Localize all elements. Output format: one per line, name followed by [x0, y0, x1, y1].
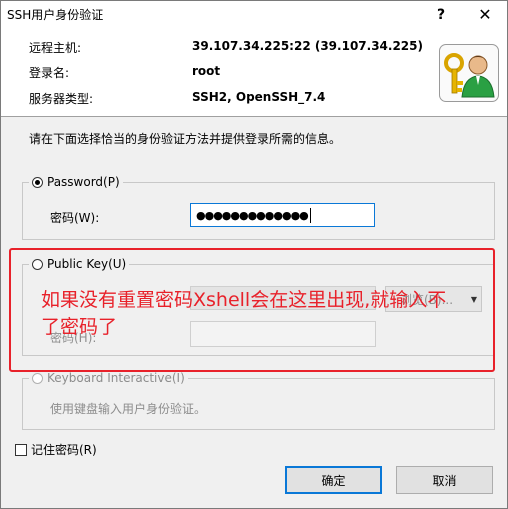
header-separator — [1, 116, 507, 117]
login-name-value: root — [192, 64, 221, 78]
connection-info-panel: 远程主机: 39.107.34.225:22 (39.107.34.225) 登… — [1, 28, 507, 116]
password-field-label: 密码(W): — [50, 211, 100, 225]
password-masked-value: ●●●●●●●●●●●●● — [196, 208, 309, 222]
password-radio-label: Password(P) — [47, 175, 120, 189]
help-button[interactable]: ? — [419, 1, 463, 28]
ssh-auth-dialog: SSH用户身份验证 ? ✕ 远程主机: 39.107.34.225:22 (39… — [0, 0, 508, 509]
window-title: SSH用户身份验证 — [7, 8, 104, 22]
annotation-text: 如果没有重置密码Xshell会在这里出现,就输入不了密码了 — [41, 289, 447, 338]
instructions-text: 请在下面选择恰当的身份验证方法并提供登录所需的信息。 — [29, 132, 342, 146]
remote-host-label: 远程主机: — [29, 41, 82, 55]
keyboard-interactive-radio[interactable]: Keyboard Interactive(I) — [29, 370, 188, 386]
user-key-icon — [439, 44, 499, 102]
keyboard-interactive-label: Keyboard Interactive(I) — [47, 371, 185, 385]
title-bar: SSH用户身份验证 ? ✕ — [1, 1, 507, 28]
keyboard-interactive-description: 使用键盘输入用户身份验证。 — [50, 402, 207, 416]
text-caret — [309, 207, 311, 223]
server-type-label: 服务器类型: — [29, 92, 94, 106]
checkbox-unchecked-icon — [15, 443, 27, 456]
server-type-value: SSH2, OpenSSH_7.4 — [192, 90, 326, 104]
login-name-label: 登录名: — [29, 66, 70, 80]
remember-password-label: 记住密码(R) — [31, 443, 97, 457]
remote-host-value: 39.107.34.225:22 (39.107.34.225) — [192, 39, 423, 53]
password-radio[interactable]: Password(P) — [29, 174, 123, 190]
radio-disabled-icon — [32, 372, 43, 384]
cancel-button[interactable]: 取消 — [396, 466, 493, 494]
close-button[interactable]: ✕ — [463, 1, 507, 28]
remember-password-checkbox[interactable]: 记住密码(R) — [15, 441, 97, 458]
radio-checked-icon — [32, 176, 43, 188]
password-input[interactable]: ●●●●●●●●●●●●● — [190, 203, 375, 227]
ok-button[interactable]: 确定 — [285, 466, 382, 494]
